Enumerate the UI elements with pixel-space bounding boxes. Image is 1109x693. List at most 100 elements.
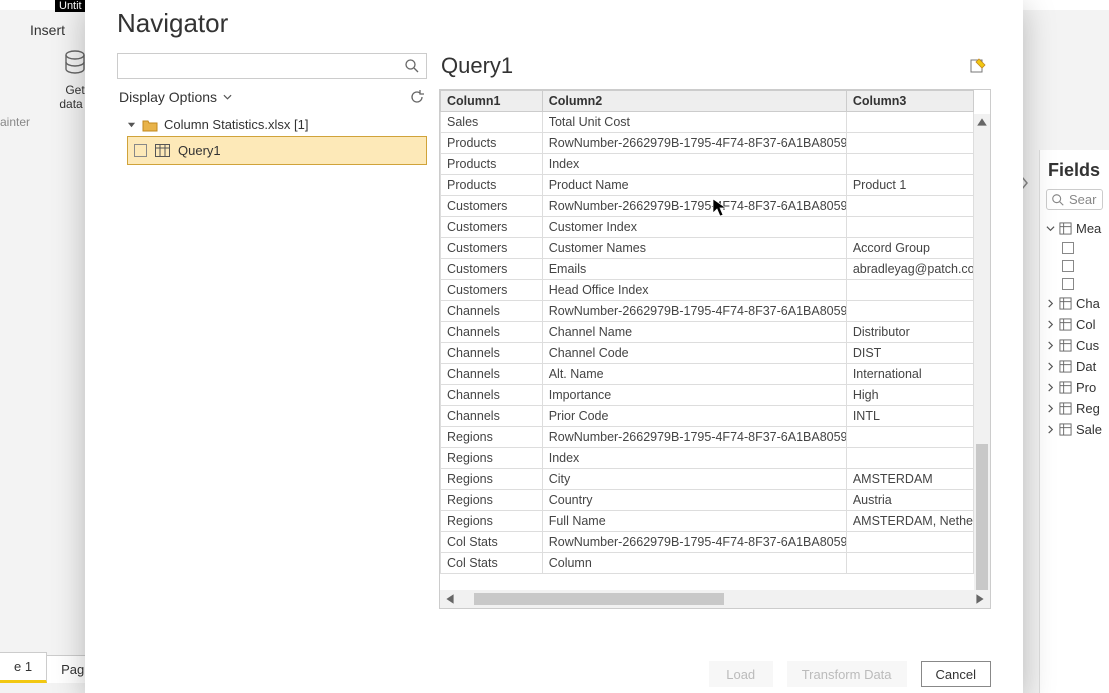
table-cell: Emails [542,259,846,280]
tree-file-node[interactable]: Column Statistics.xlsx [1] [117,113,427,136]
table-cell: Col Stats [441,532,543,553]
table-cell: Importance [542,385,846,406]
search-input-field[interactable] [126,59,404,74]
field-measure-2[interactable] [1040,257,1109,275]
refresh-icon[interactable] [409,89,425,105]
table-row[interactable]: RegionsFull NameAMSTERDAM, Netherl [441,511,974,532]
transform-data-button[interactable]: Transform Data [787,661,907,687]
table-row[interactable]: Col StatsRowNumber-2662979B-1795-4F74-8F… [441,532,974,553]
field-table-col[interactable]: Col [1040,314,1109,335]
table-row[interactable]: ChannelsImportanceHigh [441,385,974,406]
field-label: Dat [1076,359,1096,374]
navigator-search-input[interactable] [117,53,427,79]
table-row[interactable]: CustomersCustomer NamesAccord Group [441,238,974,259]
field-table-cus[interactable]: Cus [1040,335,1109,356]
preview-grid: Column1 Column2 Column3 SalesTotal Unit … [439,89,991,609]
chevron-right-icon [1046,341,1055,350]
table-cell: Full Name [542,511,846,532]
table-cell: AMSTERDAM, Netherl [846,511,973,532]
field-label: Col [1076,317,1096,332]
table-cell: Col Stats [441,553,543,574]
field-table-cha[interactable]: Cha [1040,293,1109,314]
table-cell: DIST [846,343,973,364]
vertical-scrollbar[interactable] [974,114,990,590]
format-painter-label: ainter [0,115,30,129]
column-header-2[interactable]: Column2 [542,91,846,112]
load-button[interactable]: Load [709,661,773,687]
table-row[interactable]: Col StatsColumn [441,553,974,574]
chevron-right-icon [1046,362,1055,371]
scroll-left-icon[interactable] [444,593,456,605]
table-view-icon [155,144,170,157]
table-cell: AMSTERDAM [846,469,973,490]
table-icon [1059,423,1072,436]
field-measure-1[interactable] [1040,239,1109,257]
field-measure-3[interactable] [1040,275,1109,293]
table-cell: International [846,364,973,385]
table-cell [846,448,973,469]
table-row[interactable]: RegionsRowNumber-2662979B-1795-4F74-8F37… [441,427,974,448]
table-cell: Regions [441,469,543,490]
table-cell: Channel Code [542,343,846,364]
table-cell: RowNumber-2662979B-1795-4F74-8F37-6A1BA8… [542,427,846,448]
display-options-label: Display Options [119,89,217,105]
table-row[interactable]: CustomersHead Office Index [441,280,974,301]
chevron-down-icon [223,94,232,100]
table-cell: Column [542,553,846,574]
table-cell: Channels [441,301,543,322]
scroll-up-icon[interactable] [976,116,988,128]
tree-query-node[interactable]: Query1 [127,136,427,165]
field-table-reg[interactable]: Reg [1040,398,1109,419]
table-cell: City [542,469,846,490]
scroll-thumb-h[interactable] [474,593,724,605]
table-cell: Channels [441,385,543,406]
table-cell: RowNumber-2662979B-1795-4F74-8F37-6A1BA8… [542,196,846,217]
table-cell: Customers [441,196,543,217]
table-cell: Index [542,448,846,469]
table-row[interactable]: CustomersRowNumber-2662979B-1795-4F74-8F… [441,196,974,217]
checkbox-icon[interactable] [134,144,147,157]
table-row[interactable]: ChannelsPrior CodeINTL [441,406,974,427]
navigator-dialog: Navigator Display Options Column Statist… [85,0,1023,693]
checkbox-icon [1062,278,1074,290]
table-cell [846,280,973,301]
table-cell [846,427,973,448]
table-icon [1059,222,1072,235]
field-group-measures[interactable]: Mea [1040,218,1109,239]
field-table-sale[interactable]: Sale [1040,419,1109,440]
display-options-dropdown[interactable]: Display Options [119,89,232,105]
table-row[interactable]: ProductsIndex [441,154,974,175]
table-icon [1059,402,1072,415]
fields-search-input[interactable]: Sear [1046,189,1103,210]
table-row[interactable]: SalesTotal Unit Cost [441,112,974,133]
field-table-pro[interactable]: Pro [1040,377,1109,398]
table-row[interactable]: CustomersEmailsabradleyag@patch.com [441,259,974,280]
field-group-label: Mea [1076,221,1101,236]
ribbon-tab-insert[interactable]: Insert [30,22,65,38]
table-row[interactable]: RegionsCountryAustria [441,490,974,511]
column-header-3[interactable]: Column3 [846,91,973,112]
fields-search-placeholder: Sear [1069,192,1096,207]
scroll-thumb-v[interactable] [976,444,988,594]
table-row[interactable]: ChannelsRowNumber-2662979B-1795-4F74-8F3… [441,301,974,322]
table-icon [1059,339,1072,352]
field-table-dat[interactable]: Dat [1040,356,1109,377]
table-row[interactable]: CustomersCustomer Index [441,217,974,238]
search-icon [1051,193,1065,207]
table-row[interactable]: ProductsRowNumber-2662979B-1795-4F74-8F3… [441,133,974,154]
table-row[interactable]: RegionsIndex [441,448,974,469]
edit-preview-icon[interactable] [969,57,987,75]
scroll-right-icon[interactable] [974,593,986,605]
column-header-1[interactable]: Column1 [441,91,543,112]
field-label: Pro [1076,380,1096,395]
table-row[interactable]: ChannelsChannel CodeDIST [441,343,974,364]
table-row[interactable]: ChannelsChannel NameDistributor [441,322,974,343]
table-row[interactable]: ChannelsAlt. NameInternational [441,364,974,385]
horizontal-scrollbar[interactable] [440,590,990,608]
table-row[interactable]: RegionsCityAMSTERDAM [441,469,974,490]
cancel-button[interactable]: Cancel [921,661,991,687]
table-row[interactable]: ProductsProduct NameProduct 1 [441,175,974,196]
search-icon[interactable] [404,58,420,74]
page-tab-1[interactable]: e 1 [0,652,47,683]
table-cell [846,301,973,322]
